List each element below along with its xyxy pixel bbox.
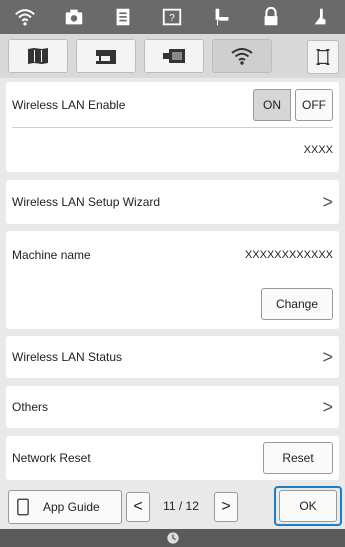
chevron-right-icon: > (322, 396, 333, 417)
divider (12, 127, 333, 128)
reset-button[interactable]: Reset (263, 442, 333, 474)
setup-wizard-row[interactable]: Wireless LAN Setup Wizard > (6, 180, 339, 224)
needle-icon[interactable] (209, 4, 235, 30)
tab-embroidery[interactable] (144, 39, 204, 73)
clock-icon (166, 532, 179, 544)
wireless-lan-status-label: Wireless LAN Status (12, 350, 123, 364)
document-icon[interactable] (110, 4, 136, 30)
change-button[interactable]: Change (261, 288, 333, 320)
camera-icon[interactable] (61, 4, 87, 30)
ok-button[interactable]: OK (279, 490, 337, 522)
app-guide-label: App Guide (43, 500, 100, 514)
help-icon[interactable]: ? (159, 4, 185, 30)
previous-page-button[interactable]: < (126, 492, 150, 522)
bottom-bar: App Guide < 11 / 12 > OK (0, 484, 345, 529)
others-label: Others (12, 400, 49, 414)
page-indicator: 11 / 12 (163, 499, 199, 513)
machine-name-value: XXXXXXXXXXXX (244, 249, 333, 261)
tab-sewing[interactable] (76, 39, 136, 73)
wireless-lan-enable-panel: Wireless LAN Enable ON OFF XXXX (6, 82, 339, 172)
settings-tab-bar (0, 34, 345, 78)
wireless-lan-on-button[interactable]: ON (253, 88, 291, 121)
screen-capture-button[interactable] (307, 40, 339, 74)
footer-bar (0, 529, 345, 547)
wifi-icon[interactable] (12, 4, 38, 30)
top-toolbar: ? (0, 0, 345, 34)
phone-icon (17, 498, 29, 516)
app-guide-button[interactable]: App Guide (8, 490, 122, 524)
embroidery-icon (163, 49, 185, 63)
tab-wireless-lan[interactable] (212, 39, 272, 73)
network-reset-label: Network Reset (12, 451, 91, 465)
network-reset-row: Network Reset Reset (6, 436, 339, 480)
ok-highlight: OK (274, 486, 342, 526)
chevron-right-icon: > (322, 191, 333, 212)
presser-foot-icon[interactable] (307, 4, 333, 30)
machine-settings-icon (28, 48, 48, 64)
setup-wizard-label: Wireless LAN Setup Wizard (12, 195, 161, 209)
wireless-lan-status-row[interactable]: Wireless LAN Status > (6, 336, 339, 378)
sewing-machine-icon (96, 50, 116, 64)
next-page-button[interactable]: > (214, 492, 238, 522)
wifi-icon (231, 48, 253, 65)
wireless-lan-enable-label: Wireless LAN Enable (12, 97, 126, 112)
network-name-value: XXXX (303, 143, 333, 156)
svg-text:?: ? (170, 13, 176, 24)
machine-name-label: Machine name (12, 248, 91, 262)
tab-machine-settings[interactable] (8, 39, 68, 73)
screen-capture-icon (316, 49, 330, 65)
chevron-right-icon: > (322, 346, 333, 367)
wireless-lan-off-button[interactable]: OFF (295, 88, 333, 121)
lock-icon[interactable] (258, 4, 284, 30)
others-row[interactable]: Others > (6, 386, 339, 428)
machine-name-panel: Machine name XXXXXXXXXXXX Change (6, 231, 339, 329)
